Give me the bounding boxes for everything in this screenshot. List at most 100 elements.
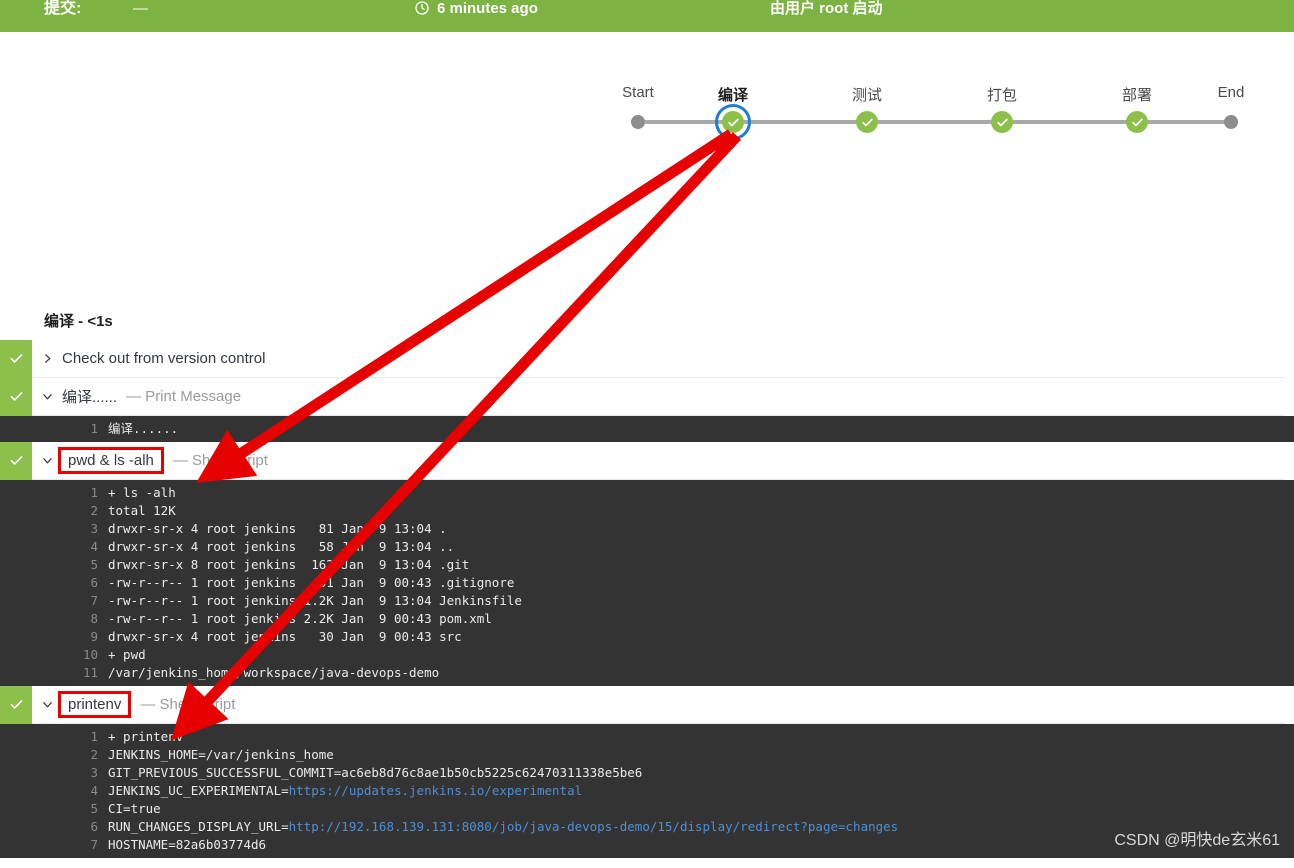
stage-node-end[interactable]: [1224, 115, 1238, 129]
console-line-number: 2: [90, 747, 98, 762]
step-status-success-icon: [0, 377, 32, 416]
console-line-text: -rw-r--r-- 1 root jenkins 2.2K Jan 9 00:…: [108, 611, 492, 626]
step-subtitle: — Print Message: [126, 388, 242, 405]
stage-label-compile[interactable]: 编译: [718, 84, 748, 105]
console-line-text: /var/jenkins_home/workspace/java-devops-…: [108, 665, 440, 680]
commit-value: —: [133, 0, 148, 17]
console-line: 7 -rw-r--r-- 1 root jenkins 1.2K Jan 9 13…: [0, 592, 1294, 610]
console-line: 8 -rw-r--r-- 1 root jenkins 2.2K Jan 9 00…: [0, 610, 1294, 628]
stage-node-compile[interactable]: [722, 111, 744, 133]
step-subtitle: — Shell Script: [140, 696, 236, 713]
console-line-number: 4: [90, 783, 98, 798]
console-line-text: drwxr-sr-x 8 root jenkins 162 Jan 9 13:0…: [108, 557, 470, 572]
stage-node-start[interactable]: [631, 115, 645, 129]
console-line-text: -rw-r--r-- 1 root jenkins 401 Jan 9 00:4…: [108, 575, 515, 590]
console-line-prefix: RUN_CHANGES_DISPLAY_URL=: [108, 819, 289, 834]
step-title[interactable]: 编译......: [62, 386, 117, 407]
console-line-number: 6: [90, 819, 98, 834]
console-line-text: GIT_PREVIOUS_SUCCESSFUL_COMMIT=ac6eb8d76…: [108, 765, 643, 780]
console-line: 1 + printenv: [0, 728, 1294, 746]
check-icon: [1131, 118, 1143, 126]
console-line: 4 JENKINS_UC_EXPERIMENTAL=https://updates…: [0, 782, 1294, 800]
stage-label-deploy[interactable]: 部署: [1122, 84, 1152, 105]
console-line-number: 7: [90, 593, 98, 608]
step-row[interactable]: Check out from version control: [0, 339, 1285, 378]
stage-detail-heading: 编译 - <1s: [44, 313, 113, 330]
build-cause: 由用户 root 启动: [770, 0, 883, 17]
console-output[interactable]: 1 + printenv 2 JENKINS_HOME=/var/jenkins_ho…: [0, 724, 1294, 858]
console-line-text: -rw-r--r-- 1 root jenkins 1.2K Jan 9 13:…: [108, 593, 522, 608]
console-line: 5 drwxr-sr-x 8 root jenkins 162 Jan 9 13:…: [0, 556, 1294, 574]
commit-label: 提交:: [44, 0, 82, 17]
console-line-number: 1: [90, 421, 98, 436]
check-icon: [996, 118, 1008, 126]
console-link[interactable]: http://192.168.139.131:8080/job/java-dev…: [289, 819, 899, 834]
step-row[interactable]: pwd & ls -alh — Shell Script: [0, 441, 1285, 480]
console-line-number: 1: [90, 729, 98, 744]
step-status-success-icon: [0, 685, 32, 724]
console-line-prefix: JENKINS_UC_EXPERIMENTAL=: [108, 783, 289, 798]
check-icon: [861, 118, 873, 126]
console-line-number: 11: [82, 665, 98, 680]
console-line-text: total 12K: [108, 503, 176, 518]
pipeline-graph: Start 编译 测试 打包 部署 End: [0, 32, 1294, 272]
stage-node-test[interactable]: [856, 111, 878, 133]
console-line-text: drwxr-sr-x 4 root jenkins 81 Jan 9 13:04…: [108, 521, 447, 536]
pipeline-connector: [867, 120, 1002, 124]
console-line-text: drwxr-sr-x 4 root jenkins 58 Jan 9 13:04…: [108, 539, 455, 554]
stage-label-test[interactable]: 测试: [852, 84, 882, 105]
step-row[interactable]: 编译...... — Print Message: [0, 377, 1285, 416]
console-line-number: 1: [90, 485, 98, 500]
console-line: 2 total 12K: [0, 502, 1294, 520]
console-line: 1 + ls -alh: [0, 484, 1294, 502]
console-link[interactable]: https://updates.jenkins.io/experimental: [289, 783, 583, 798]
console-line: 6 -rw-r--r-- 1 root jenkins 401 Jan 9 00:…: [0, 574, 1294, 592]
console-output[interactable]: 1 + ls -alh 2 total 12K 3 drwxr-sr-x 4 root j…: [0, 480, 1294, 686]
step-title[interactable]: printenv: [58, 691, 132, 718]
pipeline-connector: [1137, 120, 1231, 124]
step-title[interactable]: pwd & ls -alh: [58, 447, 164, 474]
stage-label-end[interactable]: End: [1218, 84, 1245, 101]
console-line-number: 5: [90, 801, 98, 816]
console-line-text: + printenv: [108, 729, 184, 744]
console-line: 10 + pwd: [0, 646, 1294, 664]
csdn-watermark: CSDN @明快de玄米61: [1114, 832, 1280, 849]
chevron-right-icon[interactable]: [32, 353, 62, 364]
console-line: 5 CI=true: [0, 800, 1294, 818]
console-line-number: 4: [90, 539, 98, 554]
console-line-number: 3: [90, 521, 98, 536]
step-title[interactable]: Check out from version control: [62, 350, 265, 367]
console-line: 4 drwxr-sr-x 4 root jenkins 58 Jan 9 13:0…: [0, 538, 1294, 556]
step-status-success-icon: [0, 441, 32, 480]
console-line-text: JENKINS_UC_EXPERIMENTAL=https://updates.…: [108, 782, 582, 800]
console-line-text: JENKINS_HOME=/var/jenkins_home: [108, 747, 334, 762]
console-line: 2 JENKINS_HOME=/var/jenkins_home: [0, 746, 1294, 764]
build-time-ago: 6 minutes ago: [437, 0, 538, 17]
stage-label-start[interactable]: Start: [622, 84, 654, 101]
console-line-text: + ls -alh: [108, 485, 176, 500]
stage-node-deploy[interactable]: [1126, 111, 1148, 133]
stage-node-package[interactable]: [991, 111, 1013, 133]
pipeline-connector: [1002, 120, 1137, 124]
console-line: 3 drwxr-sr-x 4 root jenkins 81 Jan 9 13:0…: [0, 520, 1294, 538]
console-line: 9 drwxr-sr-x 4 root jenkins 30 Jan 9 00:4…: [0, 628, 1294, 646]
check-icon: [727, 118, 739, 126]
step-row[interactable]: printenv — Shell Script: [0, 685, 1285, 724]
stage-label-package[interactable]: 打包: [987, 84, 1017, 105]
console-line-text: HOSTNAME=82a6b03774d6: [108, 837, 267, 852]
console-line-text: RUN_CHANGES_DISPLAY_URL=http://192.168.1…: [108, 818, 898, 836]
console-output[interactable]: 1 编译......: [0, 416, 1294, 442]
console-line-text: drwxr-sr-x 4 root jenkins 30 Jan 9 00:43…: [108, 629, 462, 644]
console-line-number: 5: [90, 557, 98, 572]
console-line-text: CI=true: [108, 801, 161, 816]
console-line-number: 6: [90, 575, 98, 590]
console-line: 6 RUN_CHANGES_DISPLAY_URL=http://192.168.…: [0, 818, 1294, 836]
console-line-number: 3: [90, 765, 98, 780]
build-header-bar: 提交: — 6 minutes ago 由用户 root 启动: [0, 0, 1294, 32]
console-line: 11/var/jenkins_home/workspace/java-devop…: [0, 664, 1294, 682]
console-line: 3 GIT_PREVIOUS_SUCCESSFUL_COMMIT=ac6eb8d7…: [0, 764, 1294, 782]
chevron-down-icon[interactable]: [32, 391, 62, 402]
console-line: 1 编译......: [0, 420, 1294, 438]
console-line: 7 HOSTNAME=82a6b03774d6: [0, 836, 1294, 854]
pipeline-connector: [733, 120, 867, 124]
